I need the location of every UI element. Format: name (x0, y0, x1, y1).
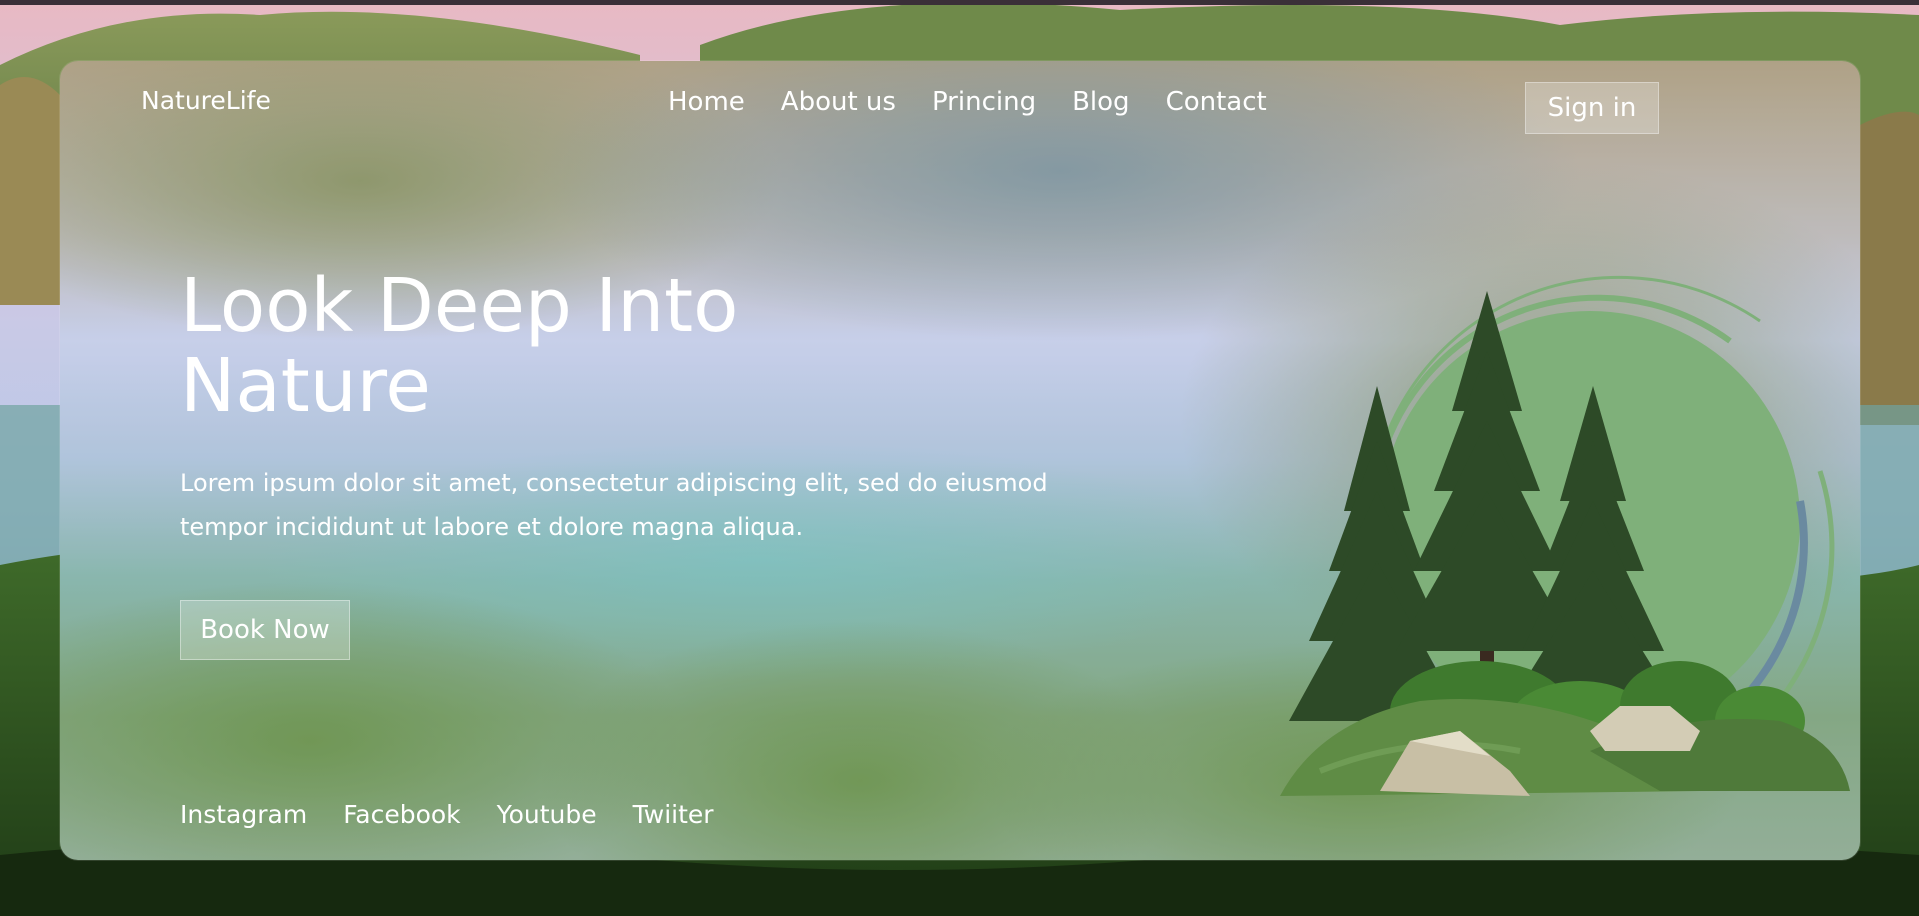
hero-description: Lorem ipsum dolor sit amet, consectetur … (180, 469, 1048, 541)
nav-item-about[interactable]: About us (781, 87, 896, 117)
nav-item-blog[interactable]: Blog (1072, 87, 1129, 117)
social-link-instagram[interactable]: Instagram (180, 800, 307, 829)
social-links: Instagram Facebook Youtube Twiiter (180, 800, 750, 829)
book-now-button[interactable]: Book Now (180, 600, 350, 660)
main-nav: Home About us Princing Blog Contact (668, 87, 1303, 117)
page: NatureLife Home About us Princing Blog C… (0, 0, 1919, 916)
pine-trees-illustration (1280, 275, 1850, 796)
brand-logo[interactable]: NatureLife (141, 86, 271, 115)
sign-in-button[interactable]: Sign in (1525, 82, 1659, 134)
hero-glass-panel: NatureLife Home About us Princing Blog C… (60, 61, 1860, 860)
social-link-twitter[interactable]: Twiiter (633, 800, 714, 829)
nav-item-home[interactable]: Home (668, 87, 745, 117)
social-link-youtube[interactable]: Youtube (497, 800, 597, 829)
nav-item-pricing[interactable]: Princing (932, 87, 1036, 117)
hero-title: Look Deep Into Nature (180, 263, 739, 429)
nav-item-contact[interactable]: Contact (1166, 87, 1267, 117)
social-link-facebook[interactable]: Facebook (343, 800, 460, 829)
